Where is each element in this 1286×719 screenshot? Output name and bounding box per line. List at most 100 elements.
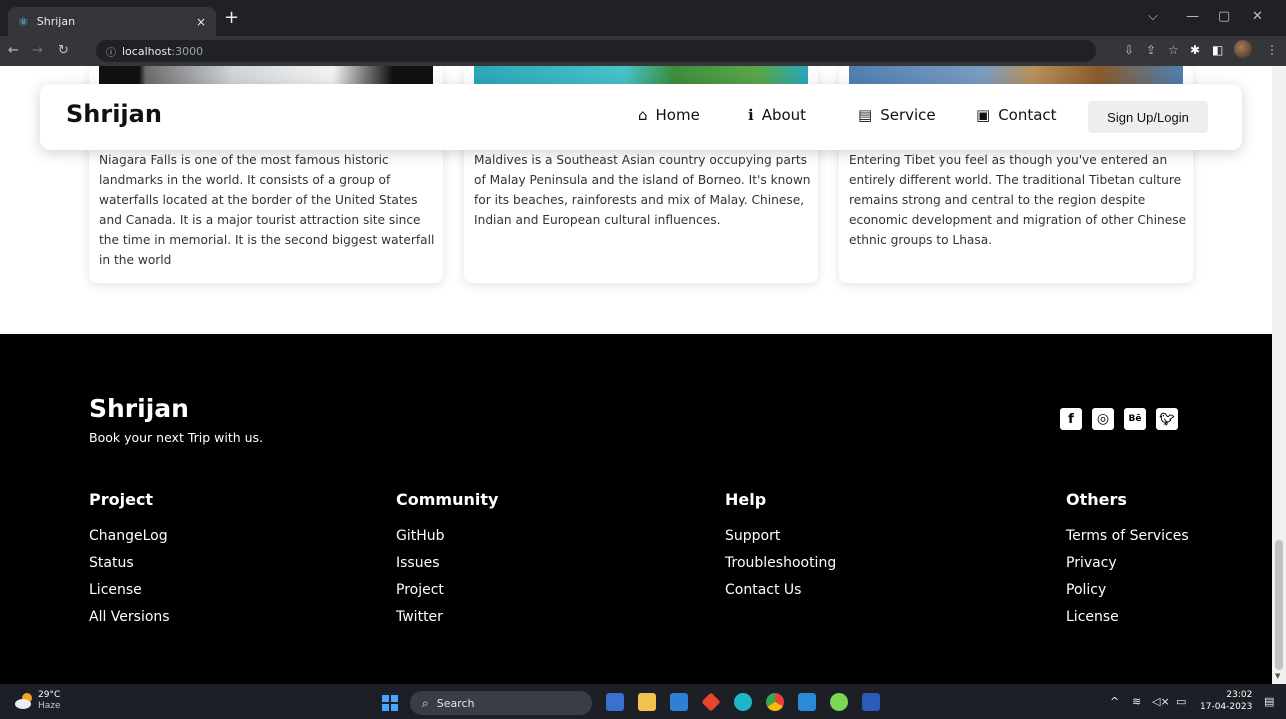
- weather-widget[interactable]: 29°C Haze: [38, 690, 61, 712]
- footer-link[interactable]: License: [89, 577, 170, 604]
- file-explorer-icon[interactable]: [638, 693, 656, 711]
- briefcase-icon: ▤: [858, 106, 873, 124]
- taskbar-clock[interactable]: 23:02 17-04-2023: [1200, 689, 1252, 713]
- tab-title: Shrijan: [36, 15, 76, 28]
- store-icon[interactable]: [670, 693, 688, 711]
- new-tab-button[interactable]: +: [224, 9, 239, 27]
- url-bar[interactable]: ⓘ localhost :3000: [96, 40, 1096, 62]
- react-favicon-icon: ⚛: [18, 14, 29, 29]
- card-image: [99, 66, 433, 86]
- footer-column-title: Others: [1066, 490, 1127, 509]
- edge-browser-icon[interactable]: [734, 693, 752, 711]
- scrollbar-thumb[interactable]: [1275, 540, 1283, 670]
- weather-temp: 29°C: [38, 690, 61, 700]
- battery-icon[interactable]: ▭: [1176, 695, 1186, 708]
- search-icon: ⌕: [422, 695, 429, 710]
- profile-avatar[interactable]: [1234, 40, 1252, 58]
- footer-link[interactable]: Privacy: [1066, 550, 1189, 577]
- nav-link-label: Contact: [998, 106, 1057, 124]
- card-description: Entering Tibet you feel as though you've…: [849, 153, 1187, 247]
- menu-dots-icon[interactable]: ⋮: [1266, 43, 1278, 57]
- footer-column-others: Others Terms of Services Privacy Policy …: [1066, 490, 1189, 631]
- footer-column-community: Community GitHub Issues Project Twitter: [396, 490, 498, 631]
- forward-arrow-icon[interactable]: →: [32, 43, 43, 58]
- git-icon[interactable]: [701, 692, 721, 712]
- footer-link[interactable]: Troubleshooting: [725, 550, 836, 577]
- footer-link[interactable]: Contact Us: [725, 577, 836, 604]
- wifi-icon[interactable]: ≋: [1132, 695, 1141, 708]
- restore-icon[interactable]: ▢: [1218, 9, 1230, 24]
- bookmark-star-icon[interactable]: ☆: [1168, 43, 1179, 57]
- tab-search-chevron-icon[interactable]: ⌵: [1148, 9, 1158, 24]
- windows-start-icon[interactable]: [382, 695, 398, 711]
- card-description: Maldives is a Southeast Asian country oc…: [474, 153, 811, 227]
- footer-link[interactable]: License: [1066, 604, 1189, 631]
- minimize-icon[interactable]: —: [1186, 9, 1199, 24]
- extensions-icon[interactable]: ✱: [1190, 43, 1200, 57]
- nav-link-label: About: [761, 106, 807, 124]
- twitter-icon[interactable]: 🐦︎: [1156, 408, 1178, 430]
- address-toolbar: ← → ↻ ⓘ localhost :3000 ⇩ ⇪ ☆ ✱ ◧ ⋮: [0, 36, 1286, 66]
- contact-book-icon: ▣: [976, 106, 991, 124]
- footer-link[interactable]: Terms of Services: [1066, 523, 1189, 550]
- footer-link[interactable]: Policy: [1066, 577, 1189, 604]
- footer-link[interactable]: GitHub: [396, 523, 498, 550]
- browser-tab[interactable]: ⚛ Shrijan ×: [8, 7, 216, 36]
- volume-icon[interactable]: ◁×: [1152, 695, 1170, 708]
- footer-link[interactable]: Status: [89, 550, 170, 577]
- nav-link-service[interactable]: ▤ Service: [858, 106, 936, 124]
- nav-link-label: Home: [655, 106, 700, 124]
- reload-icon[interactable]: ↻: [58, 43, 69, 58]
- weather-cloud-icon[interactable]: [14, 692, 34, 710]
- url-host: localhost: [122, 44, 172, 58]
- site-info-icon[interactable]: ⓘ: [106, 44, 116, 59]
- footer-link[interactable]: Project: [396, 577, 498, 604]
- footer-column-title: Help: [725, 490, 767, 509]
- install-app-icon[interactable]: ⇩: [1124, 43, 1134, 57]
- footer-column-help: Help Support Troubleshooting Contact Us: [725, 490, 836, 604]
- scroll-down-arrow-icon[interactable]: ▼: [1275, 672, 1280, 680]
- url-port: :3000: [171, 44, 204, 58]
- site-navbar: Shrijan ⌂ Home ℹ About ▤ Service ▣ Conta…: [40, 84, 1242, 150]
- back-arrow-icon[interactable]: ←: [8, 43, 19, 58]
- close-window-icon[interactable]: ✕: [1252, 9, 1263, 24]
- footer-link[interactable]: Twitter: [396, 604, 498, 631]
- social-links: f ◎ Bē 🐦︎: [1060, 408, 1178, 430]
- card-description: Niagara Falls is one of the most famous …: [99, 153, 435, 267]
- nav-link-contact[interactable]: ▣ Contact: [976, 106, 1057, 124]
- footer-tagline: Book your next Trip with us.: [89, 430, 264, 445]
- tray-chevron-up-icon[interactable]: ^: [1110, 695, 1119, 708]
- page-scrollbar[interactable]: ▼: [1272, 66, 1286, 684]
- vscode-icon[interactable]: [798, 693, 816, 711]
- nav-link-about[interactable]: ℹ About: [748, 106, 806, 124]
- close-tab-icon[interactable]: ×: [196, 15, 206, 29]
- share-icon[interactable]: ⇪: [1146, 43, 1156, 57]
- footer-link[interactable]: All Versions: [89, 604, 170, 631]
- clock-date: 17-04-2023: [1200, 702, 1253, 712]
- card-image: [849, 66, 1183, 86]
- footer-column-title: Community: [396, 490, 499, 509]
- footer-link[interactable]: Support: [725, 523, 836, 550]
- footer-column-project: Project ChangeLog Status License All Ver…: [89, 490, 170, 631]
- chrome-browser-icon[interactable]: [766, 693, 784, 711]
- signup-login-button[interactable]: Sign Up/Login: [1088, 101, 1208, 133]
- nav-link-home[interactable]: ⌂ Home: [638, 106, 700, 124]
- whatsapp-icon[interactable]: [830, 693, 848, 711]
- footer-link[interactable]: Issues: [396, 550, 498, 577]
- footer-column-title: Project: [89, 490, 154, 509]
- navbar-brand[interactable]: Shrijan: [66, 100, 162, 128]
- windows-taskbar: 29°C Haze ⌕ Search ^ ≋ ◁× ▭ 23:02 17-04-…: [0, 684, 1286, 719]
- instagram-icon[interactable]: ◎: [1092, 408, 1114, 430]
- notification-icon[interactable]: ▤: [1264, 695, 1274, 708]
- footer-link[interactable]: ChangeLog: [89, 523, 170, 550]
- browser-tab-bar: ⚛ Shrijan × + ⌵ — ▢ ✕: [0, 0, 1286, 36]
- nav-link-label: Service: [880, 106, 936, 124]
- side-panel-icon[interactable]: ◧: [1212, 43, 1223, 57]
- behance-icon[interactable]: Bē: [1124, 408, 1146, 430]
- task-view-icon[interactable]: [606, 693, 624, 711]
- word-icon[interactable]: [862, 693, 880, 711]
- info-icon: ℹ: [748, 106, 754, 124]
- facebook-icon[interactable]: f: [1060, 408, 1082, 430]
- taskbar-search[interactable]: ⌕ Search: [410, 691, 592, 715]
- card-image: [474, 66, 808, 86]
